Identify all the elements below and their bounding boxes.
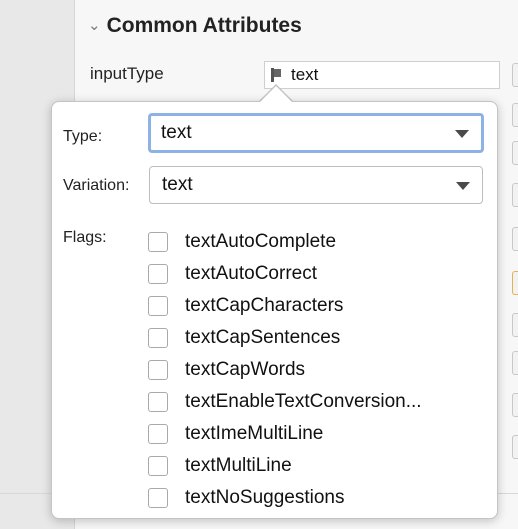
flag-row[interactable]: textMultiLine — [148, 450, 422, 482]
checkbox[interactable] — [148, 232, 168, 252]
edge-field[interactable] — [512, 63, 518, 87]
flag-row[interactable]: textNoSuggestions — [148, 482, 422, 514]
attribute-value-text: text — [291, 65, 319, 84]
flag-icon[interactable] — [271, 68, 281, 82]
checkbox[interactable] — [148, 328, 168, 348]
edge-field[interactable] — [512, 435, 518, 459]
attribute-value-field[interactable]: text — [264, 61, 500, 89]
variation-label: Variation: — [63, 177, 130, 194]
dropdown-arrow-icon — [456, 182, 470, 190]
flag-label: textMultiLine — [185, 455, 292, 476]
checkbox[interactable] — [148, 488, 168, 508]
popup-caret-fill — [259, 86, 293, 103]
type-select[interactable]: text — [148, 113, 484, 153]
edge-field[interactable] — [512, 103, 518, 127]
type-select-value: text — [161, 122, 192, 143]
checkbox[interactable] — [148, 264, 168, 284]
type-label: Type: — [63, 128, 103, 145]
edge-field[interactable] — [512, 227, 518, 251]
flag-label: textEnableTextConversion... — [185, 391, 422, 412]
dropdown-arrow-icon — [455, 130, 469, 138]
edge-field[interactable] — [512, 393, 518, 417]
flag-row[interactable]: textCapCharacters — [148, 290, 422, 322]
checkbox[interactable] — [148, 296, 168, 316]
edge-field[interactable] — [512, 313, 518, 337]
flag-row[interactable]: textEnableTextConversion... — [148, 386, 422, 418]
flag-label: textAutoCorrect — [185, 263, 317, 284]
flag-label: textNoSuggestions — [185, 487, 345, 508]
checkbox[interactable] — [148, 456, 168, 476]
attribute-label: inputType — [90, 64, 164, 83]
flag-label: textCapWords — [185, 359, 306, 380]
section-header[interactable]: ⌄ Common Attributes — [88, 10, 302, 42]
checkbox[interactable] — [148, 392, 168, 412]
flag-label: textCapCharacters — [185, 295, 344, 316]
chevron-down-icon[interactable]: ⌄ — [88, 16, 101, 34]
flag-row[interactable]: textAutoCorrect — [148, 258, 422, 290]
flags-label: Flags: — [63, 229, 107, 246]
checkbox[interactable] — [148, 424, 168, 444]
flag-label: textCapSentences — [185, 327, 341, 348]
flags-list: textAutoComplete textAutoCorrect textCap… — [148, 226, 422, 514]
edge-field[interactable] — [512, 141, 518, 165]
flag-label: textAutoComplete — [185, 231, 337, 252]
flag-row[interactable]: textCapWords — [148, 354, 422, 386]
variation-select[interactable]: text — [149, 166, 483, 204]
edge-field-highlighted[interactable] — [512, 271, 518, 295]
flag-row[interactable]: textAutoComplete — [148, 226, 422, 258]
edge-field[interactable] — [512, 351, 518, 375]
checkbox[interactable] — [148, 360, 168, 380]
edge-field[interactable] — [512, 183, 518, 207]
variation-select-value: text — [162, 174, 193, 195]
flag-label: textImeMultiLine — [185, 423, 324, 444]
flag-row[interactable]: textCapSentences — [148, 322, 422, 354]
flag-row[interactable]: textImeMultiLine — [148, 418, 422, 450]
section-title: Common Attributes — [106, 14, 302, 37]
